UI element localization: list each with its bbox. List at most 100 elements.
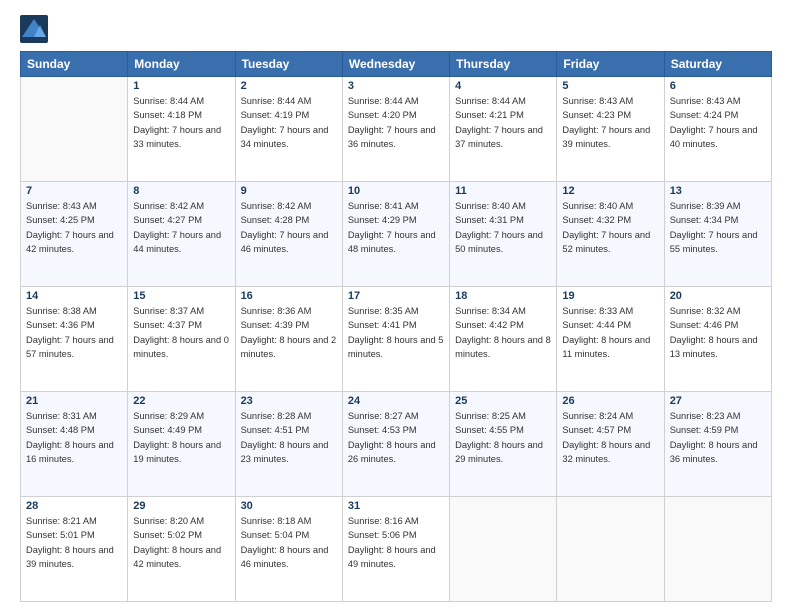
calendar-cell: 9 Sunrise: 8:42 AMSunset: 4:28 PMDaylight… [235, 182, 342, 287]
day-info: Sunrise: 8:40 AMSunset: 4:31 PMDaylight:… [455, 199, 551, 257]
day-info: Sunrise: 8:21 AMSunset: 5:01 PMDaylight:… [26, 514, 122, 572]
calendar-cell: 23Sunrise: 8:28 AMSunset: 4:51 PMDayligh… [235, 392, 342, 497]
calendar-week-0: 1 Sunrise: 8:44 AMSunset: 4:18 PMDaylight… [21, 77, 772, 182]
col-header-thursday: Thursday [450, 52, 557, 77]
calendar-cell: 1 Sunrise: 8:44 AMSunset: 4:18 PMDaylight… [128, 77, 235, 182]
calendar-header-row: SundayMondayTuesdayWednesdayThursdayFrid… [21, 52, 772, 77]
day-number: 7 [26, 185, 122, 197]
day-number: 14 [26, 290, 122, 302]
calendar-week-1: 7 Sunrise: 8:43 AMSunset: 4:25 PMDaylight… [21, 182, 772, 287]
day-info: Sunrise: 8:24 AMSunset: 4:57 PMDaylight:… [562, 409, 658, 467]
day-number: 1 [133, 80, 229, 92]
calendar-cell: 15 Sunrise: 8:37 AMSunset: 4:37 PMDayligh… [128, 287, 235, 392]
calendar-cell: 14 Sunrise: 8:38 AMSunset: 4:36 PMDayligh… [21, 287, 128, 392]
calendar-cell: 10 Sunrise: 8:41 AMSunset: 4:29 PMDayligh… [342, 182, 449, 287]
day-number: 23 [241, 395, 337, 407]
day-number: 11 [455, 185, 551, 197]
day-info: Sunrise: 8:44 AMSunset: 4:18 PMDaylight:… [133, 94, 229, 152]
calendar-cell: 11 Sunrise: 8:40 AMSunset: 4:31 PMDayligh… [450, 182, 557, 287]
calendar-cell: 12 Sunrise: 8:40 AMSunset: 4:32 PMDayligh… [557, 182, 664, 287]
calendar-cell: 20 Sunrise: 8:32 AMSunset: 4:46 PMDayligh… [664, 287, 771, 392]
day-info: Sunrise: 8:43 AMSunset: 4:25 PMDaylight:… [26, 199, 122, 257]
calendar-cell: 8 Sunrise: 8:42 AMSunset: 4:27 PMDaylight… [128, 182, 235, 287]
day-number: 5 [562, 80, 658, 92]
day-info: Sunrise: 8:32 AMSunset: 4:46 PMDaylight:… [670, 304, 766, 362]
day-number: 29 [133, 500, 229, 512]
day-info: Sunrise: 8:16 AMSunset: 5:06 PMDaylight:… [348, 514, 444, 572]
calendar-cell: 16 Sunrise: 8:36 AMSunset: 4:39 PMDayligh… [235, 287, 342, 392]
calendar-page: SundayMondayTuesdayWednesdayThursdayFrid… [0, 0, 792, 612]
calendar-cell: 25Sunrise: 8:25 AMSunset: 4:55 PMDayligh… [450, 392, 557, 497]
day-info: Sunrise: 8:23 AMSunset: 4:59 PMDaylight:… [670, 409, 766, 467]
col-header-friday: Friday [557, 52, 664, 77]
day-info: Sunrise: 8:35 AMSunset: 4:41 PMDaylight:… [348, 304, 444, 362]
day-info: Sunrise: 8:36 AMSunset: 4:39 PMDaylight:… [241, 304, 337, 362]
day-info: Sunrise: 8:31 AMSunset: 4:48 PMDaylight:… [26, 409, 122, 467]
calendar-cell: 28 Sunrise: 8:21 AMSunset: 5:01 PMDayligh… [21, 497, 128, 602]
day-number: 15 [133, 290, 229, 302]
calendar-cell: 13 Sunrise: 8:39 AMSunset: 4:34 PMDayligh… [664, 182, 771, 287]
calendar-cell: 19 Sunrise: 8:33 AMSunset: 4:44 PMDayligh… [557, 287, 664, 392]
col-header-tuesday: Tuesday [235, 52, 342, 77]
day-number: 28 [26, 500, 122, 512]
calendar-cell: 17 Sunrise: 8:35 AMSunset: 4:41 PMDayligh… [342, 287, 449, 392]
col-header-wednesday: Wednesday [342, 52, 449, 77]
calendar-cell: 29 Sunrise: 8:20 AMSunset: 5:02 PMDayligh… [128, 497, 235, 602]
day-number: 3 [348, 80, 444, 92]
day-number: 9 [241, 185, 337, 197]
day-info: Sunrise: 8:44 AMSunset: 4:21 PMDaylight:… [455, 94, 551, 152]
header [20, 15, 772, 43]
calendar-cell [557, 497, 664, 602]
day-number: 25 [455, 395, 551, 407]
calendar-cell [664, 497, 771, 602]
day-info: Sunrise: 8:41 AMSunset: 4:29 PMDaylight:… [348, 199, 444, 257]
day-number: 4 [455, 80, 551, 92]
day-number: 16 [241, 290, 337, 302]
day-number: 27 [670, 395, 766, 407]
day-number: 24 [348, 395, 444, 407]
calendar-cell [450, 497, 557, 602]
day-info: Sunrise: 8:20 AMSunset: 5:02 PMDaylight:… [133, 514, 229, 572]
calendar-table: SundayMondayTuesdayWednesdayThursdayFrid… [20, 51, 772, 602]
calendar-cell: 31 Sunrise: 8:16 AMSunset: 5:06 PMDayligh… [342, 497, 449, 602]
day-number: 26 [562, 395, 658, 407]
day-number: 19 [562, 290, 658, 302]
day-info: Sunrise: 8:27 AMSunset: 4:53 PMDaylight:… [348, 409, 444, 467]
calendar-cell: 24 Sunrise: 8:27 AMSunset: 4:53 PMDayligh… [342, 392, 449, 497]
day-info: Sunrise: 8:44 AMSunset: 4:19 PMDaylight:… [241, 94, 337, 152]
calendar-cell: 6 Sunrise: 8:43 AMSunset: 4:24 PMDaylight… [664, 77, 771, 182]
day-info: Sunrise: 8:43 AMSunset: 4:24 PMDaylight:… [670, 94, 766, 152]
calendar-cell: 3 Sunrise: 8:44 AMSunset: 4:20 PMDaylight… [342, 77, 449, 182]
day-number: 30 [241, 500, 337, 512]
day-info: Sunrise: 8:33 AMSunset: 4:44 PMDaylight:… [562, 304, 658, 362]
day-info: Sunrise: 8:44 AMSunset: 4:20 PMDaylight:… [348, 94, 444, 152]
calendar-cell: 30 Sunrise: 8:18 AMSunset: 5:04 PMDayligh… [235, 497, 342, 602]
day-info: Sunrise: 8:18 AMSunset: 5:04 PMDaylight:… [241, 514, 337, 572]
calendar-cell: 4 Sunrise: 8:44 AMSunset: 4:21 PMDaylight… [450, 77, 557, 182]
day-number: 17 [348, 290, 444, 302]
calendar-cell: 7 Sunrise: 8:43 AMSunset: 4:25 PMDaylight… [21, 182, 128, 287]
logo-icon [20, 15, 48, 43]
calendar-cell: 2Sunrise: 8:44 AMSunset: 4:19 PMDaylight… [235, 77, 342, 182]
day-number: 31 [348, 500, 444, 512]
day-number: 6 [670, 80, 766, 92]
day-number: 21 [26, 395, 122, 407]
col-header-saturday: Saturday [664, 52, 771, 77]
calendar-cell: 27 Sunrise: 8:23 AMSunset: 4:59 PMDayligh… [664, 392, 771, 497]
day-number: 10 [348, 185, 444, 197]
day-info: Sunrise: 8:34 AMSunset: 4:42 PMDaylight:… [455, 304, 551, 362]
day-info: Sunrise: 8:40 AMSunset: 4:32 PMDaylight:… [562, 199, 658, 257]
calendar-cell: 5Sunrise: 8:43 AMSunset: 4:23 PMDaylight… [557, 77, 664, 182]
day-info: Sunrise: 8:42 AMSunset: 4:28 PMDaylight:… [241, 199, 337, 257]
calendar-week-3: 21 Sunrise: 8:31 AMSunset: 4:48 PMDayligh… [21, 392, 772, 497]
day-info: Sunrise: 8:38 AMSunset: 4:36 PMDaylight:… [26, 304, 122, 362]
day-number: 12 [562, 185, 658, 197]
day-number: 13 [670, 185, 766, 197]
day-info: Sunrise: 8:39 AMSunset: 4:34 PMDaylight:… [670, 199, 766, 257]
day-number: 20 [670, 290, 766, 302]
day-number: 8 [133, 185, 229, 197]
calendar-cell [21, 77, 128, 182]
logo [20, 15, 50, 43]
day-info: Sunrise: 8:42 AMSunset: 4:27 PMDaylight:… [133, 199, 229, 257]
day-info: Sunrise: 8:37 AMSunset: 4:37 PMDaylight:… [133, 304, 229, 362]
